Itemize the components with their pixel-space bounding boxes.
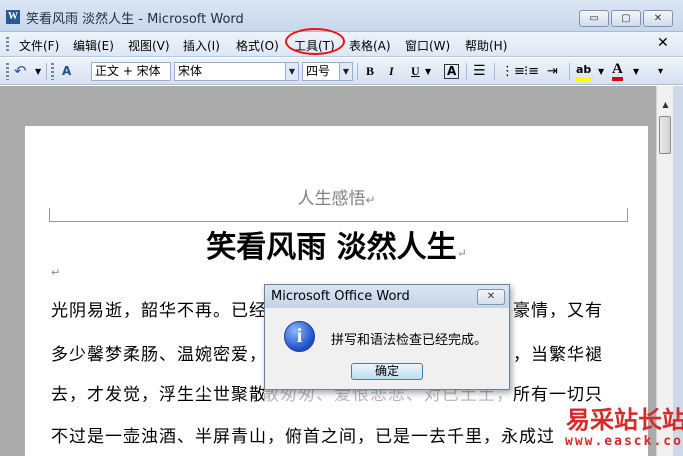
menu-insert[interactable]: 插入(I)	[183, 37, 220, 54]
close-window-button[interactable]: ✕	[643, 10, 673, 27]
body-text-line[interactable]: 豪情，又有	[513, 296, 603, 321]
menu-bar: 文件(F) 编辑(E) 视图(V) 插入(I) 格式(O) 工具(T) 表格(A…	[0, 32, 683, 57]
title-bar: W 笑看风雨 淡然人生 - Microsoft Word ▭ ▢ ✕	[0, 0, 683, 32]
toolbar-separator	[46, 63, 47, 80]
scroll-up-icon[interactable]: ▲	[657, 97, 674, 112]
menu-edit[interactable]: 编辑(E)	[73, 37, 114, 54]
dialog-title: Microsoft Office Word	[271, 289, 410, 304]
underline-dropdown-icon[interactable]: ▼	[425, 62, 431, 81]
font-color-button[interactable]: A	[612, 62, 623, 81]
dialog-close-button[interactable]: ✕	[477, 289, 505, 305]
italic-button[interactable]: I	[389, 62, 394, 81]
paragraph-mark: ↵	[51, 266, 61, 279]
close-icon: ✕	[486, 291, 496, 302]
dialog-message: 拼写和语法检查已经完成。	[331, 333, 488, 348]
watermark-text: 易采站长站	[566, 405, 683, 434]
menu-format[interactable]: 格式(O)	[236, 37, 279, 54]
toolbar-separator	[357, 63, 358, 80]
highlight-dropdown-icon[interactable]: ▼	[598, 62, 604, 81]
font-combo[interactable]: 宋体 ▼	[174, 62, 299, 81]
menu-view[interactable]: 视图(V)	[128, 37, 170, 54]
underline-button[interactable]: U	[411, 62, 420, 81]
toolbar-grip-handle[interactable]	[51, 63, 54, 80]
scrollbar-thumb[interactable]	[659, 116, 671, 154]
spelling-complete-dialog: Microsoft Office Word ✕ i 拼写和语法检查已经完成。 确…	[264, 284, 510, 390]
bold-button[interactable]: B	[366, 62, 374, 81]
toolbar-grip-handle[interactable]	[6, 63, 9, 80]
chevron-down-icon[interactable]: ▼	[285, 63, 298, 80]
menu-help[interactable]: 帮助(H)	[465, 37, 507, 54]
document-title[interactable]: 笑看风雨 淡然人生↵	[25, 222, 648, 266]
menu-tools[interactable]: 工具(T)	[294, 37, 335, 54]
undo-icon[interactable]: ↶	[14, 62, 27, 81]
style-value: 正文 + 宋体	[95, 64, 161, 78]
align-justify-icon[interactable]: ☰	[473, 62, 486, 81]
close-document-icon[interactable]: ✕	[657, 35, 669, 51]
menu-window[interactable]: 窗口(W)	[405, 37, 450, 54]
toolbar-options-icon[interactable]: ▾	[658, 62, 663, 81]
numbering-icon[interactable]: ⋮≡	[501, 62, 525, 81]
page-header-text[interactable]: 人生感悟↵	[25, 184, 648, 209]
maximize-button[interactable]: ▢	[611, 10, 641, 27]
minimize-icon: ▭	[589, 13, 599, 24]
body-text-line[interactable]: 去，才发觉，浮生尘世聚散	[51, 380, 267, 405]
watermark-url: www.easck.com	[565, 434, 683, 449]
formatting-toolbar: ↶ ▼ A 正文 + 宋体 宋体 ▼ 四号 ▼ B I U ▼ A ☰ ⋮≡ ⁝…	[0, 58, 683, 85]
dialog-title-bar[interactable]: Microsoft Office Word ✕	[265, 285, 509, 308]
chevron-down-icon[interactable]: ▼	[339, 63, 352, 80]
body-text-line[interactable]: 不过是一壶浊酒、半屏青山，俯首之间，已是一去千里，永成过	[51, 422, 555, 447]
info-icon: i	[284, 321, 315, 352]
ok-button[interactable]: 确定	[351, 363, 423, 380]
header-boundary-left	[49, 208, 66, 222]
font-value: 宋体	[178, 64, 203, 78]
menu-grip-handle[interactable]	[6, 37, 9, 53]
font-size-combo[interactable]: 四号 ▼	[302, 62, 353, 81]
body-text-line[interactable]: 多少馨梦柔肠、温婉密爱，	[51, 340, 267, 365]
body-text-line[interactable]: ，当繁华褪	[513, 340, 603, 365]
header-boundary-line	[66, 208, 606, 222]
window-title: 笑看风雨 淡然人生 - Microsoft Word	[26, 12, 244, 27]
header-boundary-right	[606, 208, 628, 222]
indent-icon[interactable]: ⇥	[547, 62, 558, 81]
close-icon: ✕	[653, 13, 663, 24]
undo-dropdown-icon[interactable]: ▼	[35, 62, 41, 81]
styles-pane-icon[interactable]: A	[62, 62, 71, 81]
minimize-button[interactable]: ▭	[579, 10, 609, 27]
font-color-dropdown-icon[interactable]: ▼	[633, 62, 639, 81]
word-app-icon: W	[6, 10, 20, 24]
body-text-line[interactable]: 光阴易逝，韶华不再。已经	[51, 296, 267, 321]
font-size-value: 四号	[306, 64, 331, 78]
maximize-icon: ▢	[621, 13, 631, 24]
toolbar-separator	[569, 63, 570, 80]
menu-file[interactable]: 文件(F)	[19, 37, 59, 54]
toolbar-separator	[494, 63, 495, 80]
toolbar-separator	[466, 63, 467, 80]
style-combo[interactable]: 正文 + 宋体	[91, 62, 171, 81]
menu-table[interactable]: 表格(A)	[349, 37, 391, 54]
bullets-icon[interactable]: ⁝≡	[524, 62, 539, 81]
character-border-button[interactable]: A	[444, 64, 460, 79]
highlight-button[interactable]: ab	[576, 62, 592, 81]
